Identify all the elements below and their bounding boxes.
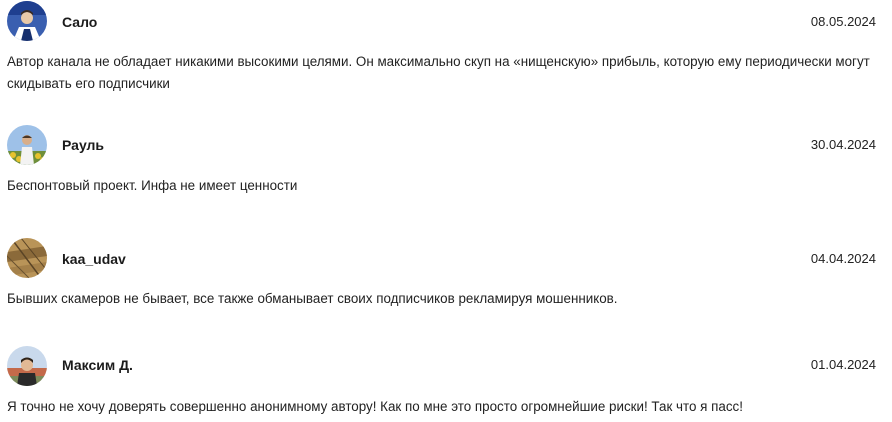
review-author[interactable]: kaa_udav <box>62 251 126 267</box>
review-author[interactable]: Максим Д. <box>62 357 133 373</box>
review-date: 30.04.2024 <box>810 137 876 152</box>
avatar[interactable] <box>7 346 47 386</box>
review-text: Бывших скамеров не бывает, все также обм… <box>7 291 618 306</box>
avatar-image <box>7 125 47 165</box>
review-date: 08.05.2024 <box>810 14 876 29</box>
avatar-image <box>7 346 47 386</box>
review-text: Я точно не хочу доверять совершенно анон… <box>7 399 743 414</box>
avatar-image <box>7 238 47 278</box>
review-date: 01.04.2024 <box>810 357 876 372</box>
avatar[interactable] <box>7 125 47 165</box>
review-date: 04.04.2024 <box>810 251 876 266</box>
review-author[interactable]: Рауль <box>62 137 104 153</box>
review-text: Автор канала не обладает никакими высоки… <box>7 54 870 91</box>
avatar[interactable] <box>7 238 47 278</box>
avatar[interactable] <box>7 1 47 41</box>
review-author[interactable]: Сало <box>62 14 97 30</box>
review-text: Беспонтовый проект. Инфа не имеет ценнос… <box>7 178 298 193</box>
avatar-image <box>7 1 47 41</box>
